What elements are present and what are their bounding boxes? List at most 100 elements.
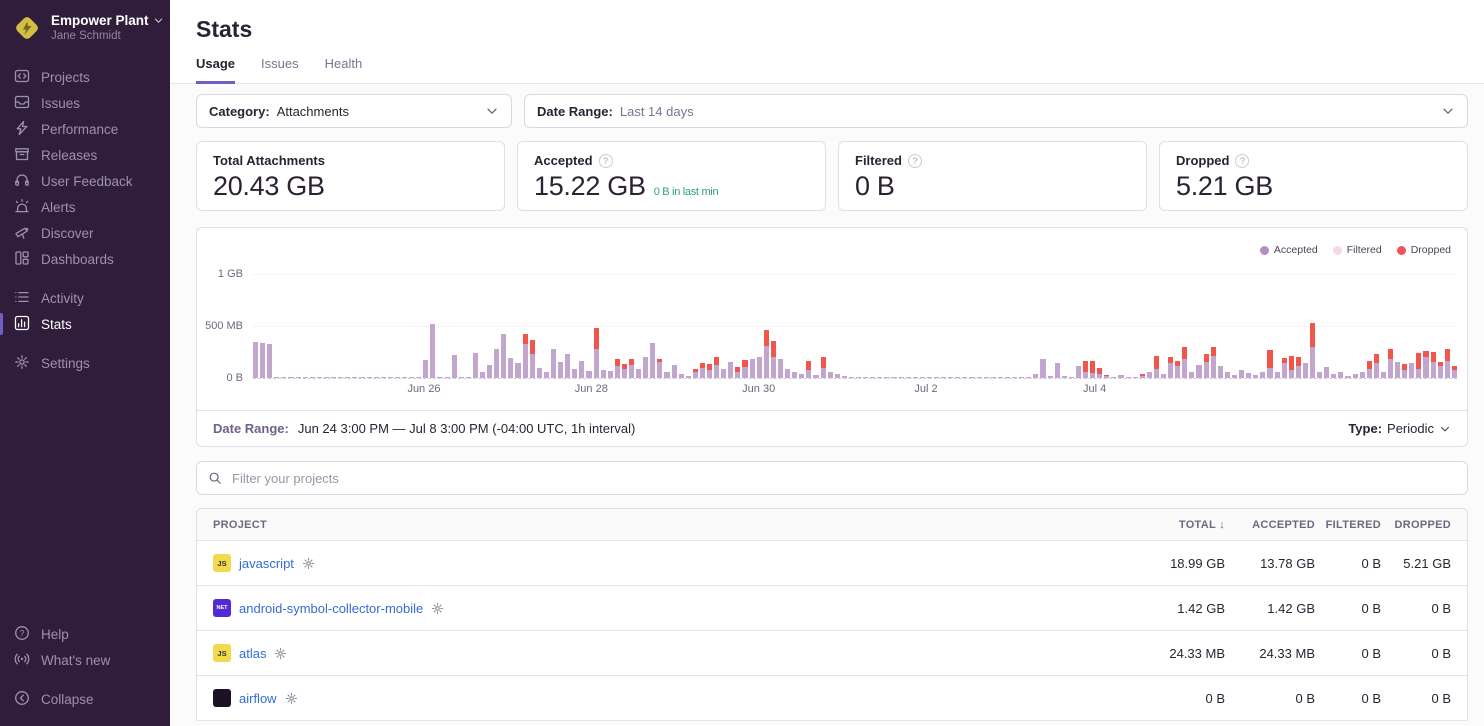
chart-bar[interactable] bbox=[551, 349, 556, 378]
chart-bar[interactable] bbox=[643, 357, 648, 378]
chart-bar[interactable] bbox=[920, 377, 925, 378]
chart-bar[interactable] bbox=[1189, 372, 1194, 378]
chart-bar[interactable] bbox=[1126, 377, 1131, 378]
chart-bar[interactable] bbox=[296, 377, 301, 378]
chart-bar[interactable] bbox=[416, 377, 421, 378]
chart-bar[interactable] bbox=[359, 377, 364, 378]
chart-bar[interactable] bbox=[473, 353, 478, 378]
chart-bar[interactable] bbox=[1211, 347, 1216, 378]
chart-bar[interactable] bbox=[1055, 363, 1060, 378]
chart-bar[interactable] bbox=[813, 375, 818, 378]
chart-bar[interactable] bbox=[1296, 357, 1301, 378]
chart-bar[interactable] bbox=[466, 377, 471, 378]
chart-bar[interactable] bbox=[785, 369, 790, 378]
project-link[interactable]: airflow bbox=[239, 691, 277, 706]
chart-bar[interactable] bbox=[1040, 359, 1045, 378]
sidebar-item-stats[interactable]: Stats bbox=[0, 311, 170, 337]
chart-bar[interactable] bbox=[1423, 351, 1428, 378]
chart-bar[interactable] bbox=[835, 374, 840, 378]
chart-bar[interactable] bbox=[1005, 377, 1010, 378]
chart-bar[interactable] bbox=[288, 377, 293, 378]
chart-bar[interactable] bbox=[636, 369, 641, 378]
chart-bar[interactable] bbox=[870, 377, 875, 378]
chart-bar[interactable] bbox=[381, 377, 386, 378]
chart-bar[interactable] bbox=[594, 328, 599, 378]
chart-bar[interactable] bbox=[267, 344, 272, 378]
chart-bar[interactable] bbox=[1118, 375, 1123, 378]
chart-bar[interactable] bbox=[558, 362, 563, 378]
chart-bar[interactable] bbox=[714, 357, 719, 378]
chart-bar[interactable] bbox=[728, 362, 733, 378]
chart-bar[interactable] bbox=[1282, 358, 1287, 378]
chart-bar[interactable] bbox=[955, 377, 960, 378]
daterange-select[interactable]: Date Range: Last 14 days bbox=[524, 94, 1468, 128]
chart-bar[interactable] bbox=[693, 369, 698, 378]
chart-bar[interactable] bbox=[338, 377, 343, 378]
chart-bar[interactable] bbox=[1317, 372, 1322, 378]
chart-bar[interactable] bbox=[1147, 372, 1152, 378]
column-header-dropped[interactable]: DROPPED bbox=[1381, 519, 1451, 531]
chart-bar[interactable] bbox=[1097, 368, 1102, 378]
tab-issues[interactable]: Issues bbox=[261, 56, 299, 84]
chart-bar[interactable] bbox=[629, 359, 634, 378]
chart-bar[interactable] bbox=[345, 377, 350, 378]
chart-bar[interactable] bbox=[274, 377, 279, 378]
chart-bar[interactable] bbox=[1048, 376, 1053, 378]
chart-bar[interactable] bbox=[622, 364, 627, 378]
chart-bar[interactable] bbox=[672, 365, 677, 379]
chart-bar[interactable] bbox=[792, 372, 797, 378]
chart-bar[interactable] bbox=[480, 372, 485, 378]
chart-bar[interactable] bbox=[1239, 370, 1244, 378]
chart-bar[interactable] bbox=[1303, 363, 1308, 378]
legend-item-filtered[interactable]: Filtered bbox=[1333, 244, 1382, 256]
chart-bar[interactable] bbox=[1182, 347, 1187, 378]
chart-bar[interactable] bbox=[1033, 374, 1038, 378]
chart-bar[interactable] bbox=[303, 377, 308, 378]
chart-bar[interactable] bbox=[764, 330, 769, 378]
chart-bar[interactable] bbox=[1388, 349, 1393, 378]
chart-bar[interactable] bbox=[1175, 361, 1180, 378]
chart-bar[interactable] bbox=[1345, 376, 1350, 378]
chart-bar[interactable] bbox=[1168, 357, 1173, 378]
help-circle-icon[interactable]: ? bbox=[1235, 154, 1249, 168]
chart-bar[interactable] bbox=[1267, 350, 1272, 378]
project-link[interactable]: atlas bbox=[239, 646, 266, 661]
chart-bar[interactable] bbox=[452, 355, 457, 378]
chart-bar[interactable] bbox=[1289, 356, 1294, 378]
type-select[interactable]: Type: Periodic bbox=[1348, 421, 1451, 436]
column-header-accepted[interactable]: ACCEPTED bbox=[1225, 519, 1315, 531]
sidebar-item-user-feedback[interactable]: User Feedback bbox=[0, 168, 170, 194]
project-link[interactable]: android-symbol-collector-mobile bbox=[239, 601, 423, 616]
chart-bar[interactable] bbox=[1253, 375, 1258, 378]
chart-bar[interactable] bbox=[1026, 377, 1031, 378]
chart-bar[interactable] bbox=[1395, 362, 1400, 378]
chart-bar[interactable] bbox=[1161, 374, 1166, 378]
sidebar-item-projects[interactable]: Projects bbox=[0, 64, 170, 90]
chart-bar[interactable] bbox=[750, 359, 755, 378]
chart-bar[interactable] bbox=[1445, 349, 1450, 378]
chart-bar[interactable] bbox=[324, 377, 329, 378]
chart-bar[interactable] bbox=[1310, 323, 1315, 378]
sidebar-collapse-button[interactable]: Collapse bbox=[0, 686, 170, 712]
chart-bar[interactable] bbox=[679, 374, 684, 378]
legend-item-accepted[interactable]: Accepted bbox=[1260, 244, 1318, 256]
chart-bar[interactable] bbox=[352, 377, 357, 378]
chart-bar[interactable] bbox=[501, 334, 506, 378]
chart-bar[interactable] bbox=[856, 377, 861, 378]
chart-bar[interactable] bbox=[927, 377, 932, 378]
chart-bar[interactable] bbox=[828, 372, 833, 378]
chart-bar[interactable] bbox=[615, 359, 620, 378]
chart-bar[interactable] bbox=[1409, 363, 1414, 378]
chart-bar[interactable] bbox=[388, 377, 393, 378]
chart-bar[interactable] bbox=[941, 377, 946, 378]
sidebar-item-what-s-new[interactable]: What's new bbox=[0, 647, 170, 673]
chart-bar[interactable] bbox=[1076, 366, 1081, 379]
chart-bar[interactable] bbox=[281, 377, 286, 378]
chart-bar[interactable] bbox=[395, 377, 400, 378]
chart-bar[interactable] bbox=[934, 377, 939, 378]
chart-bar[interactable] bbox=[317, 377, 322, 378]
chart-bar[interactable] bbox=[842, 376, 847, 378]
tab-usage[interactable]: Usage bbox=[196, 56, 235, 84]
chart-bar[interactable] bbox=[445, 377, 450, 378]
chart-bar[interactable] bbox=[1275, 372, 1280, 378]
